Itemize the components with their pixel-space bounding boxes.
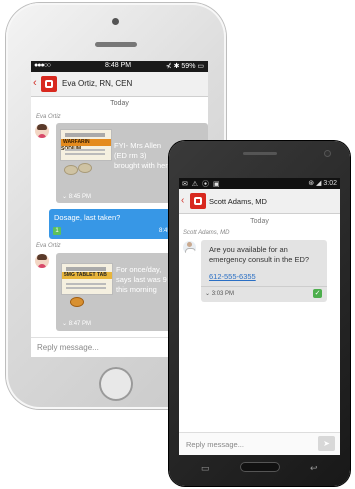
message-sender: Scott Adams, MD <box>183 230 230 236</box>
home-button[interactable] <box>240 462 280 472</box>
conversation-header: ‹ Scott Adams, MD <box>179 189 340 214</box>
status-bar: ✉ ⚠ ⦿ ▣ ⊛ ◢ 3:02 <box>179 178 340 189</box>
back-nav-icon[interactable]: ↩ <box>310 463 318 474</box>
chevron-down-icon[interactable]: ⌄ <box>62 321 67 327</box>
message-text: Dosage, last taken? <box>54 213 121 222</box>
android-screen: ✉ ⚠ ⦿ ▣ ⊛ ◢ 3:02 ‹ Scott Adams, MD Today… <box>179 178 340 455</box>
message-sender: Eva Ortiz <box>36 114 61 120</box>
pill-image <box>64 165 78 175</box>
earpiece <box>243 152 277 155</box>
chevron-down-icon[interactable]: ⌄ <box>205 291 210 297</box>
pill-image <box>78 163 92 173</box>
message-time: 8:47 PM <box>68 321 92 327</box>
status-bar: ●●●○○ 8:48 PM ⊀ ✱ 59% ▭ <box>31 61 208 72</box>
home-button[interactable] <box>99 367 133 401</box>
message-text: FYI- Mrs Allen (ED rm 3) brought with he… <box>114 141 168 171</box>
day-divider: Today <box>110 100 129 107</box>
battery-indicator: ⊀ ✱ 59% ▭ <box>165 63 204 70</box>
message-text: Are you available for an emergency consu… <box>209 245 309 265</box>
sender-avatar <box>183 241 196 254</box>
sender-avatar <box>35 124 49 138</box>
label-strip <box>66 267 106 271</box>
front-camera <box>325 151 330 156</box>
message-sender: Eva Ortiz <box>36 243 61 249</box>
message-line: Are you available for an <box>209 245 288 254</box>
app-logo-icon <box>190 193 206 209</box>
medication-photo[interactable]: 5MG TABLET TAB <box>61 263 113 295</box>
reply-input[interactable]: Reply message... <box>37 343 99 352</box>
android-device: ✉ ⚠ ⦿ ▣ ⊛ ◢ 3:02 ‹ Scott Adams, MD Today… <box>169 141 350 486</box>
message-meta: ⌄ 3:03 PM <box>205 290 234 297</box>
recent-apps-icon[interactable]: ▭ <box>201 463 210 474</box>
back-chevron-icon[interactable]: ‹ <box>181 195 184 206</box>
message-line: FYI- Mrs Allen <box>114 141 162 150</box>
message-time: 8:45 PM <box>68 194 92 200</box>
read-check-icon: ✓ <box>313 289 322 298</box>
chevron-down-icon[interactable]: ⌄ <box>62 194 67 200</box>
message-text: For once/day, says last was 9 this morni… <box>116 265 167 295</box>
message-line: For once/day, <box>116 265 162 274</box>
message-line: this morning <box>116 285 157 294</box>
app-logo-icon <box>41 76 57 92</box>
label-text-lines <box>66 283 106 285</box>
status-time: 8:48 PM <box>105 62 132 69</box>
front-camera <box>112 18 119 25</box>
reply-bar: Reply message... ➤ <box>179 432 340 455</box>
message-line: emergency consult in the ED? <box>209 255 310 264</box>
signal-indicator: ●●●○○ <box>34 62 51 69</box>
notification-icons: ✉ ⚠ ⦿ ▣ <box>182 181 221 188</box>
status-right: ⊛ ◢ 3:02 <box>308 180 337 187</box>
medication-photo[interactable]: WARFARIN SODIUM <box>60 129 112 161</box>
day-divider: Today <box>250 218 269 225</box>
bubble-divider <box>201 286 327 287</box>
message-meta: ⌄ 8:47 PM <box>62 320 91 327</box>
read-count-badge: 1 <box>53 227 61 235</box>
message-line: brought with her <box>114 161 168 170</box>
earpiece <box>95 42 137 47</box>
label-strip <box>65 133 105 137</box>
message-bubble[interactable]: Are you available for an emergency consu… <box>201 240 327 302</box>
send-icon[interactable]: ➤ <box>318 436 335 451</box>
message-line: (ED rm 3) <box>114 151 147 160</box>
label-text-lines <box>65 149 105 151</box>
medication-label: WARFARIN SODIUM <box>61 139 111 152</box>
medication-label: 5MG TABLET TAB <box>62 272 112 279</box>
contact-name[interactable]: Eva Ortiz, RN, CEN <box>62 79 132 88</box>
reply-input[interactable]: Reply message... <box>186 440 244 449</box>
phone-link[interactable]: 612-555-6355 <box>209 272 256 281</box>
contact-name[interactable]: Scott Adams, MD <box>209 197 267 206</box>
message-line: says last was 9 <box>116 275 167 284</box>
sender-avatar <box>35 254 49 268</box>
conversation-header: ‹ Eva Ortiz, RN, CEN <box>31 72 208 97</box>
message-time: 3:03 PM <box>211 291 235 297</box>
message-meta: ⌄ 8:45 PM <box>62 193 91 200</box>
pill-image <box>70 297 84 307</box>
back-chevron-icon[interactable]: ‹ <box>33 77 37 89</box>
